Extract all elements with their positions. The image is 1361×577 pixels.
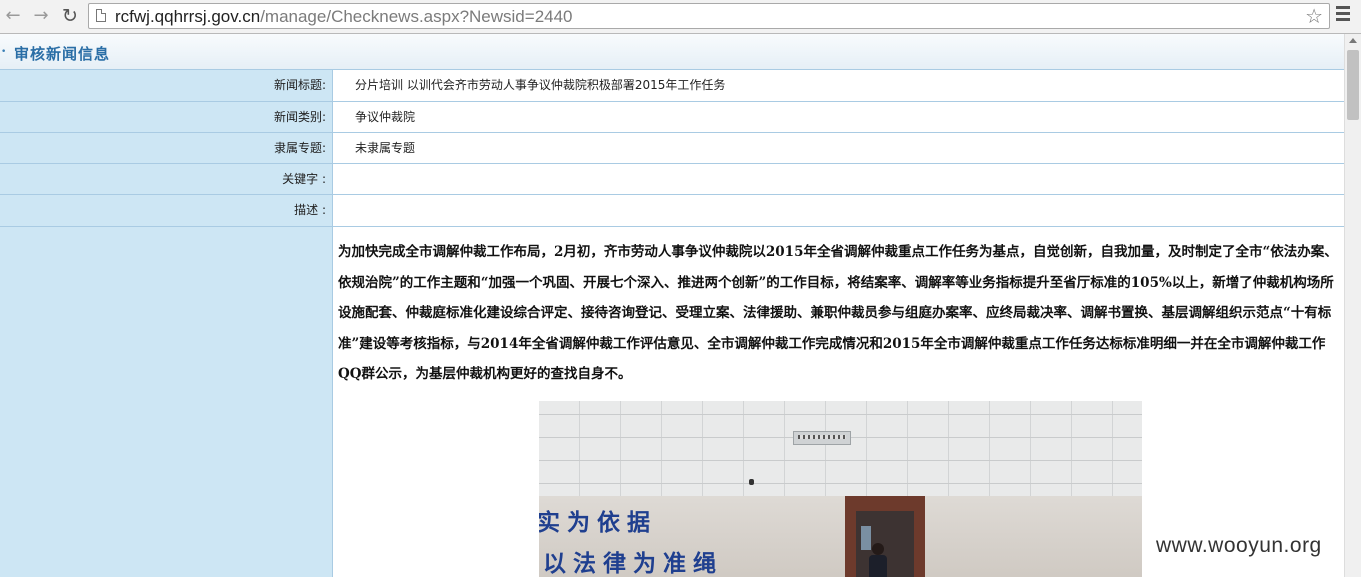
address-bar[interactable]: rcfwj.qqhrrsj.gov.cn/manage/Checknews.as… [88,3,1330,29]
forward-arrow-icon: → [33,5,49,26]
page-title: 审核新闻信息 [14,45,111,63]
page-content: • 审核新闻信息 新闻标题: 分片培训 以训代会齐市劳动人事争议仲裁院积极部署2… [0,34,1344,577]
back-arrow-icon: ← [5,5,21,26]
photo-person [869,543,887,577]
photo-slogan-line1: 实为依据 [539,510,657,536]
article-content: 为加快完成全市调解仲裁工作布局，2月初，齐市劳动人事争议仲裁院以2015年全省调… [333,227,1344,577]
photo-ceiling-light [793,431,851,445]
keywords-value [333,164,1344,194]
article-photo: 实为依据 以法律为准绳 [539,401,1142,577]
field-row-title: 新闻标题: 分片培训 以训代会齐市劳动人事争议仲裁院积极部署2015年工作任务 [0,70,1344,102]
url-host: rcfwj.qqhrrsj.gov.cn [115,7,261,26]
scroll-thumb[interactable] [1347,50,1359,120]
reload-button[interactable]: ↻ [59,5,81,27]
scroll-up-arrow-icon[interactable] [1349,38,1357,43]
news-category-value: 争议仲裁院 [355,110,416,124]
field-row-description: 描述 : [0,195,1344,227]
watermark-text: www.wooyun.org [1156,534,1322,557]
description-value [333,195,1344,226]
url-text[interactable]: rcfwj.qqhrrsj.gov.cn/manage/Checknews.as… [115,7,573,26]
field-label: 新闻类别: [0,102,333,132]
photo-ceiling [539,401,1142,506]
article-body: 为加快完成全市调解仲裁工作布局，2月初，齐市劳动人事争议仲裁院以2015年全省调… [338,244,1338,382]
news-title-value: 分片培训 以训代会齐市劳动人事争议仲裁院积极部署2015年工作任务 [355,78,726,92]
bookmark-star-icon[interactable]: ☆ [1305,5,1323,27]
bullet-icon: • [1,47,7,57]
field-row-keywords: 关键字 : [0,164,1344,195]
vertical-scrollbar[interactable] [1344,34,1361,577]
field-row-topic: 隶属专题: 未隶属专题 [0,133,1344,164]
photo-slogan-line2: 以法律为准绳 [543,551,723,577]
content-row: 为加快完成全市调解仲裁工作布局，2月初，齐市劳动人事争议仲裁院以2015年全省调… [0,227,1344,577]
reload-icon: ↻ [62,5,78,27]
news-topic-value: 未隶属专题 [355,141,416,155]
content-label-cell [0,227,333,577]
browser-toolbar: ← → ↻ rcfwj.qqhrrsj.gov.cn/manage/Checkn… [0,0,1361,34]
photo-camera [749,479,754,485]
field-row-category: 新闻类别: 争议仲裁院 [0,102,1344,133]
field-label: 隶属专题: [0,133,333,163]
back-button[interactable]: ← [2,5,24,27]
section-header: • 审核新闻信息 [0,34,1344,70]
page-icon [96,9,106,22]
menu-icon[interactable] [1336,6,1350,24]
field-label: 新闻标题: [0,70,333,101]
field-label: 关键字 : [0,164,333,194]
url-path: /manage/Checknews.aspx?Newsid=2440 [260,7,573,26]
forward-button[interactable]: → [30,5,52,27]
field-label: 描述 : [0,195,333,226]
